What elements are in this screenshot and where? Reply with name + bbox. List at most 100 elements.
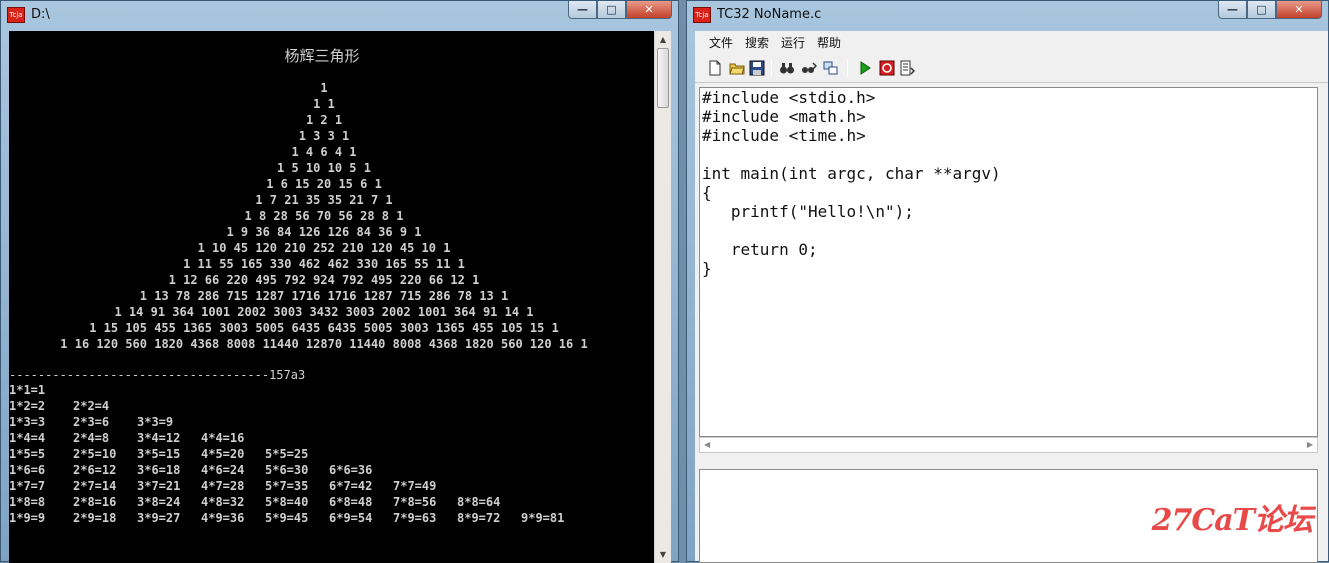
multiplication-cell: 4*8=32 [201,495,245,509]
multiplication-cell: 3*9=27 [137,511,181,525]
multiplication-cell: 3*4=12 [137,431,181,445]
multiplication-cell: 3*3=9 [137,415,174,429]
multiplication-cell: 1*7=7 [9,479,46,493]
editor-title: TC32 NoName.c [717,7,822,22]
multiplication-cell: 6*6=36 [329,463,373,477]
console-window[interactable]: Tcja D:\ — □ ✕ 杨辉三角形 1 1 1 1 2 1 1 3 3 1 1 4… [0,0,679,563]
pascal-row: 1 11 55 165 330 462 462 330 165 55 11 1 [183,257,465,271]
separator-line: ------------------------------------157a… [9,368,306,382]
multiplication-cell: 2*9=18 [73,511,117,525]
pascal-row: 1 [320,81,328,95]
console-title: D:\ [31,7,50,22]
multiplication-cell: 4*7=28 [201,479,245,493]
pascal-row: 1 1 [313,97,335,111]
replace-icon[interactable] [823,60,839,76]
menu-search[interactable]: 搜索 [745,34,769,51]
minimize-button[interactable]: — [568,1,597,19]
pascal-row: 1 6 15 20 15 6 1 [266,177,382,191]
multiplication-cell: 1*3=3 [9,415,46,429]
stop-icon[interactable] [879,60,895,76]
minimize-icon: — [1227,3,1238,16]
console-output[interactable]: 杨辉三角形 1 1 1 1 2 1 1 3 3 1 1 4 6 4 1 1 5 10 10… [9,31,671,563]
scroll-down-icon[interactable]: ▼ [655,546,671,563]
editor-window[interactable]: Tcja TC32 NoName.c — □ ✕ 文件 搜索 运行 帮助 #in… [686,0,1329,563]
multiplication-cell: 5*5=25 [265,447,309,461]
multiplication-cell: 1*2=2 [9,399,46,413]
menu-file[interactable]: 文件 [709,34,733,51]
multiplication-cell: 2*4=8 [73,431,110,445]
multiplication-cell: 1*8=8 [9,495,46,509]
find-icon[interactable] [779,60,795,76]
scroll-right-icon[interactable]: ▶ [1307,440,1313,449]
editor-titlebar[interactable]: Tcja TC32 NoName.c — □ ✕ [687,1,1328,31]
code-line: #include <math.h> [702,107,866,126]
multiplication-cell: 7*7=49 [393,479,437,493]
multiplication-cell: 5*8=40 [265,495,309,509]
maximize-icon: □ [1256,3,1267,16]
scroll-thumb[interactable] [657,48,669,108]
multiplication-cell: 7*9=63 [393,511,437,525]
multiplication-cell: 4*5=20 [201,447,245,461]
multiplication-cell: 2*8=16 [73,495,117,509]
multiplication-cell: 8*8=64 [457,495,501,509]
editor-hscrollbar[interactable]: ◀ ▶ [699,437,1318,453]
multiplication-cell: 1*5=5 [9,447,46,461]
menu-help[interactable]: 帮助 [817,34,841,51]
scroll-left-icon[interactable]: ◀ [704,440,710,449]
minimize-button[interactable]: — [1218,1,1247,19]
menu-run[interactable]: 运行 [781,34,805,51]
maximize-button[interactable]: □ [1247,1,1276,19]
pascal-caption: 杨辉三角形 [284,47,360,65]
minimize-icon: — [577,3,588,16]
code-line: int main(int argc, char **argv) [702,164,1001,183]
multiplication-cell: 4*9=36 [201,511,245,525]
menu-bar: 文件 搜索 运行 帮助 [695,31,1328,53]
pascal-row: 1 5 10 10 5 1 [277,161,371,175]
pascal-row: 1 3 3 1 [298,129,350,143]
pascal-row: 1 4 6 4 1 [291,145,357,159]
pascal-row: 1 7 21 35 35 21 7 1 [255,193,393,207]
multiplication-cell: 1*9=9 [9,511,46,525]
watermark: 27CaT论坛 [1151,503,1313,538]
multiplication-cell: 5*9=45 [265,511,309,525]
open-folder-icon[interactable] [729,60,745,76]
scroll-up-icon[interactable]: ▲ [655,31,671,48]
close-button[interactable]: ✕ [626,1,672,19]
code-line: printf("Hello!\n"); [702,202,914,221]
multiplication-cell: 7*8=56 [393,495,437,509]
pascal-row: 1 2 1 [305,113,343,127]
run-icon[interactable] [857,60,873,76]
multiplication-cell: 2*5=10 [73,447,117,461]
close-icon: ✕ [1294,3,1304,16]
code-line: return 0; [702,240,818,259]
pascal-triangle: 1 1 1 1 2 1 1 3 3 1 1 4 6 4 1 1 5 10 10 5 1 1 … [9,80,639,352]
pascal-row: 1 10 45 120 210 252 210 120 45 10 1 [197,241,451,255]
multiplication-cell: 3*8=24 [137,495,181,509]
close-button[interactable]: ✕ [1276,1,1322,19]
close-icon: ✕ [644,3,654,16]
multiplication-cell: 2*2=4 [73,399,110,413]
find-next-icon[interactable] [801,60,817,76]
multiplication-cell: 3*5=15 [137,447,181,461]
toolbar [695,53,1328,83]
code-line: } [702,259,712,278]
multiplication-cell: 5*7=35 [265,479,309,493]
multiplication-cell: 6*9=54 [329,511,373,525]
code-editor[interactable]: #include <stdio.h> #include <math.h> #incl… [699,87,1318,437]
multiplication-cell: 3*7=21 [137,479,181,493]
pascal-row: 1 12 66 220 495 792 924 792 495 220 66 1… [168,273,480,287]
pascal-row: 1 8 28 56 70 56 28 8 1 [244,209,404,223]
multiplication-cell: 2*3=6 [73,415,110,429]
new-file-icon[interactable] [707,60,723,76]
multiplication-cell: 6*8=48 [329,495,373,509]
save-icon[interactable] [749,60,765,76]
pascal-row: 1 15 105 455 1365 3003 5005 6435 6435 50… [89,321,559,335]
multiplication-cell: 1*6=6 [9,463,46,477]
compile-icon[interactable] [899,60,915,76]
multiplication-cell: 8*9=72 [457,511,501,525]
maximize-button[interactable]: □ [597,1,626,19]
console-titlebar[interactable]: Tcja D:\ — □ ✕ [1,1,678,31]
console-scrollbar[interactable]: ▲ ▼ [654,31,671,563]
